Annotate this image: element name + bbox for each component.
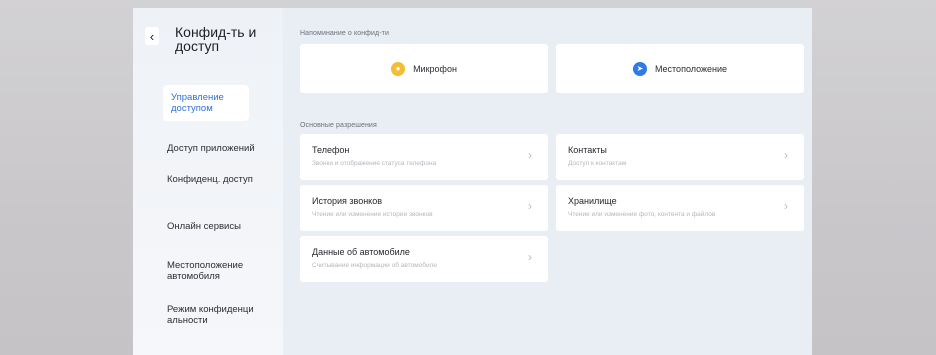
chevron-right-icon: › (528, 148, 532, 162)
permission-desc: Звонки и отображение статуса телефона (312, 160, 437, 167)
permission-title: Контакты (568, 145, 607, 155)
chevron-right-icon: › (784, 148, 788, 162)
back-button[interactable]: ‹ (145, 27, 159, 45)
permission-card-call-history[interactable]: История звонков Чтение или изменение ист… (300, 185, 548, 231)
microphone-card[interactable]: ● Микрофон (300, 44, 548, 93)
sidebar-item-access-management[interactable]: Управление доступом (163, 85, 249, 121)
sidebar-item-vehicle-location[interactable]: Местоположение автомобиля (167, 260, 275, 282)
permission-card-contacts[interactable]: Контакты Доступ к контактам › (556, 134, 804, 180)
permission-card-storage[interactable]: Хранилище Чтение или изменение фото, кон… (556, 185, 804, 231)
permission-title: История звонков (312, 196, 383, 206)
permission-desc: Доступ к контактам (568, 160, 627, 167)
permission-title: Телефон (312, 145, 350, 155)
chevron-right-icon: › (528, 199, 532, 213)
sidebar-item-private-access[interactable]: Конфиденц. доступ (167, 174, 275, 185)
settings-screen: ‹ Конфид-ть и доступ Управление доступом… (133, 8, 812, 355)
permission-title: Данные об автомобиле (312, 247, 410, 257)
sidebar-item-online-services[interactable]: Онлайн сервисы (167, 221, 275, 232)
sidebar: ‹ Конфид-ть и доступ Управление доступом… (133, 8, 283, 355)
chevron-right-icon: › (528, 250, 532, 264)
microphone-label: Микрофон (413, 63, 457, 74)
reminder-section-label: Напоминание о конфид-ти (300, 30, 389, 37)
permission-desc: Чтение или изменение фото, контента и фа… (568, 211, 716, 218)
microphone-icon: ● (391, 61, 406, 76)
permission-title: Хранилище (568, 196, 617, 206)
permission-desc: Считывание информации об автомобиле (312, 262, 438, 269)
location-label: Местоположение (654, 63, 728, 74)
permission-card-vehicle-data[interactable]: Данные об автомобиле Считывание информац… (300, 236, 548, 282)
chevron-left-icon: ‹ (149, 28, 155, 44)
main-panel: Напоминание о конфид-ти ● Микрофон ➤ Мес… (283, 8, 812, 355)
sidebar-item-app-access[interactable]: Доступ приложений (167, 143, 275, 154)
page-title: Конфид-ть и доступ (175, 24, 257, 54)
chevron-right-icon: › (784, 199, 788, 213)
sidebar-item-privacy-mode[interactable]: Режим конфиденци альности (167, 304, 275, 326)
permission-desc: Чтение или изменение истории звонков (312, 211, 433, 218)
permission-card-phone[interactable]: Телефон Звонки и отображение статуса тел… (300, 134, 548, 180)
permissions-section-label: Основные разрешения (300, 122, 377, 129)
location-icon: ➤ (632, 61, 647, 76)
location-card[interactable]: ➤ Местоположение (556, 44, 804, 93)
